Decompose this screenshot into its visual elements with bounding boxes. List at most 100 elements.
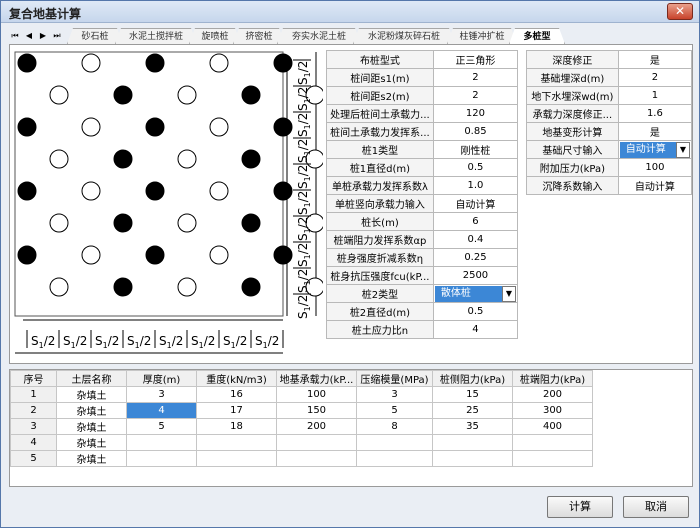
column-header[interactable]: 压缩模量(MPa)	[356, 370, 433, 387]
column-header[interactable]: 土层名称	[56, 370, 127, 387]
table-cell[interactable]	[356, 450, 433, 467]
pile-param-value[interactable]: 0.25	[432, 248, 519, 267]
table-row[interactable]: 5 杂填土	[10, 450, 593, 467]
depth-param-value[interactable]: 是	[617, 50, 693, 69]
close-button[interactable]: ✕	[667, 3, 693, 20]
depth-param-value[interactable]: 1.6	[617, 104, 693, 123]
pile-param-value[interactable]: 120	[432, 104, 519, 123]
table-cell[interactable]	[356, 434, 433, 451]
table-cell[interactable]	[196, 434, 277, 451]
pile-param-value[interactable]: 2	[432, 86, 519, 105]
pile-param-value[interactable]: 1.0	[432, 176, 519, 195]
pile1-marker	[17, 53, 37, 73]
cancel-button[interactable]: 取消	[623, 496, 689, 518]
row-header[interactable]: 1	[10, 386, 57, 403]
pile-param-value[interactable]: 散体桩 ▼	[432, 284, 519, 303]
table-cell[interactable]: 3	[356, 386, 433, 403]
pile-param-value[interactable]: 正三角形	[432, 50, 519, 69]
table-cell[interactable]	[276, 434, 357, 451]
depth-param-value[interactable]: 1	[617, 86, 693, 105]
table-cell[interactable]: 5	[126, 418, 197, 435]
next-tab-icon[interactable]: ▶	[37, 30, 49, 41]
depth-param-value[interactable]: 自动计算 ▼	[617, 140, 693, 159]
table-cell[interactable]: 150	[276, 402, 357, 419]
tab-column-hammer-pile[interactable]: 柱锤冲扩桩	[447, 28, 517, 44]
table-cell[interactable]: 15	[432, 386, 513, 403]
pile-param-row: 桩2类型 散体桩 ▼	[326, 284, 519, 303]
pile-param-value[interactable]: 2	[432, 68, 519, 87]
table-cell[interactable]	[432, 434, 513, 451]
pile-param-value[interactable]: 0.5	[432, 302, 519, 321]
pile-param-value[interactable]: 6	[432, 212, 519, 231]
table-row[interactable]: 1 杂填土 3 16 100 3 15 200	[10, 386, 593, 403]
column-header[interactable]: 桩端阻力(kPa)	[512, 370, 593, 387]
table-cell[interactable]: 400	[512, 418, 593, 435]
table-cell[interactable]	[432, 450, 513, 467]
prev-tab-icon[interactable]: ◀	[23, 30, 35, 41]
tab-cfg-pile[interactable]: 水泥粉煤灰碎石桩	[353, 28, 455, 44]
table-cell[interactable]: 杂填土	[56, 402, 127, 419]
depth-param-value[interactable]: 100	[617, 158, 693, 177]
column-header[interactable]: 地基承载力(kP...	[276, 370, 357, 387]
tab-gravel-pile[interactable]: 砂石桩	[67, 28, 123, 44]
chevron-down-icon[interactable]: ▼	[676, 141, 690, 158]
pile-param-dropdown[interactable]: 散体桩 ▼	[434, 285, 516, 302]
table-cell[interactable]	[276, 450, 357, 467]
table-cell[interactable]: 100	[276, 386, 357, 403]
pile-param-value[interactable]: 0.5	[432, 158, 519, 177]
table-cell[interactable]: 300	[512, 402, 593, 419]
table-cell[interactable]: 杂填土	[56, 386, 127, 403]
pile-param-value[interactable]: 4	[432, 320, 519, 339]
pile-param-value[interactable]: 刚性桩	[432, 140, 519, 159]
tab-compaction-pile[interactable]: 挤密桩	[233, 28, 285, 44]
column-header[interactable]: 厚度(m)	[126, 370, 197, 387]
table-cell[interactable]: 35	[432, 418, 513, 435]
row-header[interactable]: 2	[10, 402, 57, 419]
table-cell[interactable]	[512, 434, 593, 451]
depth-param-dropdown[interactable]: 自动计算 ▼	[619, 141, 690, 158]
tab-cement-mixing-pile[interactable]: 水泥土搅拌桩	[115, 28, 197, 44]
table-cell[interactable]	[126, 450, 197, 467]
table-cell[interactable]: 4	[126, 402, 197, 419]
table-cell[interactable]: 25	[432, 402, 513, 419]
depth-param-value[interactable]: 2	[617, 68, 693, 87]
table-cell[interactable]: 18	[196, 418, 277, 435]
table-cell[interactable]: 200	[512, 386, 593, 403]
table-cell[interactable]: 200	[276, 418, 357, 435]
table-row[interactable]: 3 杂填土 5 18 200 8 35 400	[10, 418, 593, 435]
pile-param-value[interactable]: 2500	[432, 266, 519, 285]
table-cell[interactable]: 3	[126, 386, 197, 403]
tab-rammed-soil-cement-pile[interactable]: 夯实水泥土桩	[277, 28, 361, 44]
table-cell[interactable]: 16	[196, 386, 277, 403]
row-header[interactable]: 3	[10, 418, 57, 435]
pile-param-value[interactable]: 自动计算	[432, 194, 519, 213]
column-header[interactable]: 序号	[10, 370, 57, 387]
table-cell[interactable]	[512, 450, 593, 467]
table-cell[interactable]: 5	[356, 402, 433, 419]
table-cell[interactable]: 17	[196, 402, 277, 419]
column-header[interactable]: 桩侧阻力(kPa)	[432, 370, 513, 387]
row-header[interactable]: 5	[10, 450, 57, 467]
table-cell[interactable]: 杂填土	[56, 418, 127, 435]
chevron-down-icon[interactable]: ▼	[502, 285, 516, 302]
table-cell[interactable]: 8	[356, 418, 433, 435]
first-tab-icon[interactable]: ⏮	[9, 30, 21, 41]
last-tab-icon[interactable]: ⏭	[51, 30, 63, 41]
calculate-button[interactable]: 计算	[547, 496, 613, 518]
table-cell[interactable]	[196, 450, 277, 467]
title-bar[interactable]: 复合地基计算 ✕	[1, 1, 699, 23]
depth-param-value[interactable]: 自动计算	[617, 176, 693, 195]
table-row[interactable]: 4 杂填土	[10, 434, 593, 451]
table-cell[interactable]	[126, 434, 197, 451]
depth-param-label: 深度修正	[526, 50, 619, 69]
pile-param-value[interactable]: 0.4	[432, 230, 519, 249]
depth-param-value[interactable]: 是	[617, 122, 693, 141]
pile-param-value[interactable]: 0.85	[432, 122, 519, 141]
row-header[interactable]: 4	[10, 434, 57, 451]
tab-jet-grouting-pile[interactable]: 旋喷桩	[189, 28, 241, 44]
tab-multi-pile[interactable]: 多桩型	[509, 28, 565, 44]
table-cell[interactable]: 杂填土	[56, 450, 127, 467]
table-row[interactable]: 2 杂填土 4 17 150 5 25 300	[10, 402, 593, 419]
column-header[interactable]: 重度(kN/m3)	[196, 370, 277, 387]
table-cell[interactable]: 杂填土	[56, 434, 127, 451]
